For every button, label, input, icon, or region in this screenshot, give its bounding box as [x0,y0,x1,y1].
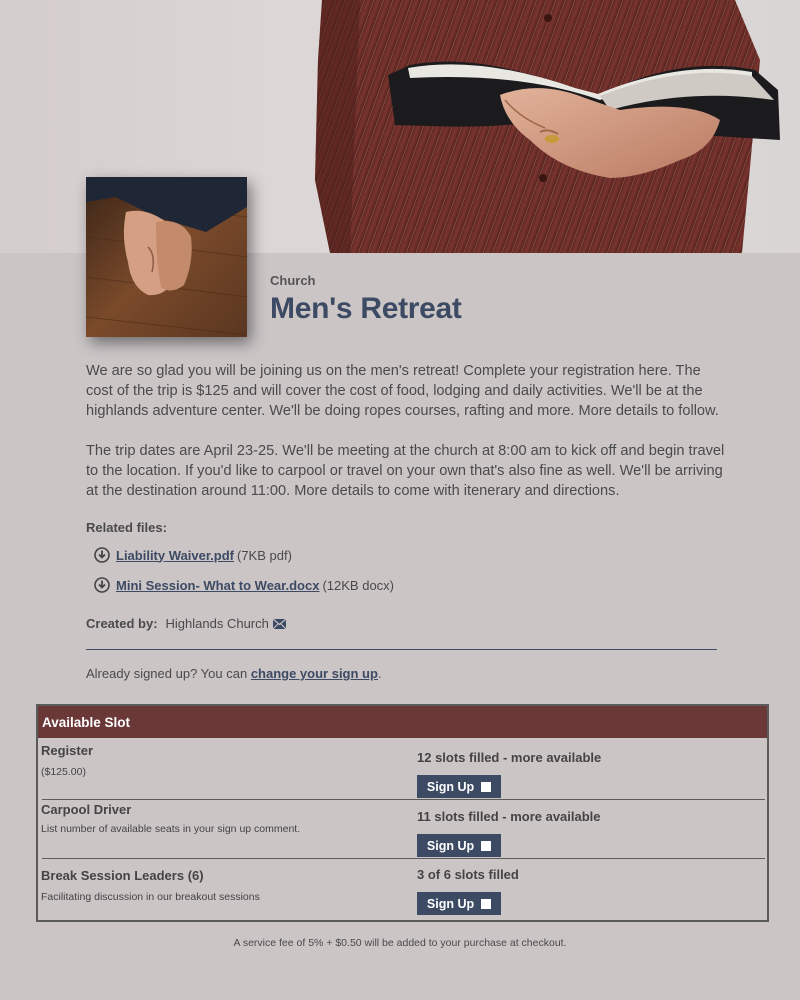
sign-up-checkbox[interactable] [481,840,492,851]
already-suffix: . [377,666,382,681]
event-category: Church [270,273,316,288]
slot-status: 11 slots filled - more available [417,809,601,824]
sign-up-label: Sign Up [426,838,475,853]
description-paragraph: The trip dates are April 23-25. We'll be… [86,443,725,499]
slot-row-break-session-leaders: Break Session Leaders (6) Facilitating d… [38,858,767,916]
change-sign-up-link[interactable]: change your sign up [251,666,378,681]
slot-subtext: List number of available seats in your s… [41,823,301,835]
created-by-label: Created by: [86,616,158,631]
file-meta: (12KB docx) [322,577,395,593]
slots-table: Available Slot Register ($125.00) 12 slo… [36,704,769,922]
file-item: Liability Waiver.pdf (7KB pdf) [94,547,292,563]
section-divider [86,649,717,650]
slot-subtext: ($125.00) [41,766,86,778]
event-thumbnail-image [86,177,247,337]
sign-up-checkbox[interactable] [481,898,492,909]
file-meta: (7KB pdf) [236,547,292,563]
sign-up-checkbox[interactable] [481,781,492,792]
slot-name: Register [41,743,94,758]
slot-status: 3 of 6 slots filled [417,867,519,882]
service-fee-note: A service fee of 5% + $0.50 will be adde… [233,937,567,949]
created-by: Created by: Highlands Church [86,616,286,631]
description-paragraph: We are so glad you will be joining us on… [86,363,719,419]
file-item: Mini Session- What to Wear.docx (12KB do… [94,577,394,593]
slot-row-register: Register ($125.00) 12 slots filled - mor… [38,738,767,800]
file-link-liability-waiver[interactable]: Liability Waiver.pdf [116,548,234,563]
page-title: Men's Retreat [270,292,462,325]
slot-subtext: Facilitating discussion in our breakout … [41,891,260,903]
mail-icon[interactable] [272,618,286,629]
already-prefix: Already signed up? You can [86,666,251,681]
download-icon[interactable] [94,547,110,563]
slot-row-carpool-driver: Carpool Driver List number of available … [38,800,767,859]
sign-up-button[interactable]: Sign Up [417,892,501,915]
file-link-what-to-wear[interactable]: Mini Session- What to Wear.docx [116,578,319,593]
already-signed-up-text: Already signed up? You can change your s… [86,666,382,681]
sign-up-button[interactable]: Sign Up [417,775,501,798]
sign-up-label: Sign Up [426,779,475,794]
download-icon[interactable] [94,577,110,593]
slot-name: Carpool Driver [41,802,132,817]
created-by-value: Highlands Church [165,616,269,631]
sign-up-label: Sign Up [426,896,475,911]
related-files-label: Related files: [86,520,167,535]
slot-status: 12 slots filled - more available [417,750,602,765]
sign-up-button[interactable]: Sign Up [417,834,501,857]
slots-table-header: Available Slot [38,706,767,738]
slot-name: Break Session Leaders (6) [41,868,204,883]
